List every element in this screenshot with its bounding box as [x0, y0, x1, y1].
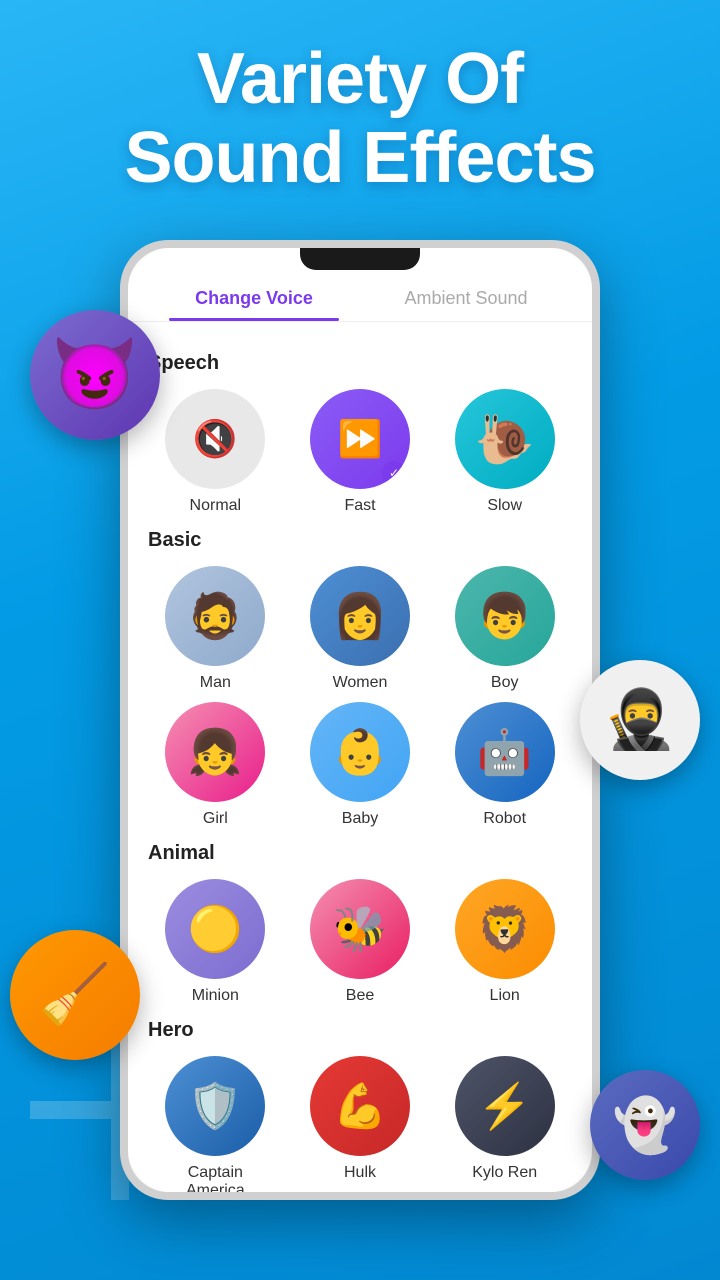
- section-speech-label: Speech: [148, 352, 572, 375]
- boy-circle: 👦: [455, 566, 555, 666]
- voice-label-fast: Fast: [344, 497, 375, 515]
- voice-circle-fast: ⏩ ✓: [310, 389, 410, 489]
- baby-icon: 👶: [333, 726, 388, 778]
- float-devil-icon: 😈: [30, 310, 160, 440]
- float-eraser-icon: 🧹: [10, 930, 140, 1060]
- float-ninja-icon: 🥷: [580, 660, 700, 780]
- women-label: Women: [333, 674, 388, 692]
- voice-item-women[interactable]: 👩 Women: [293, 566, 428, 692]
- hero-title: Variety Of Sound Effects: [0, 0, 720, 218]
- captain-label: CaptainAmerica: [186, 1164, 245, 1192]
- girl-label: Girl: [203, 810, 228, 828]
- hulk-icon: 💪: [333, 1080, 388, 1132]
- title-line2: Sound Effects: [40, 119, 680, 198]
- animal-grid: 🟡 Minion 🐝 Bee 🦁 Lion: [148, 879, 572, 1005]
- boy-icon: 👦: [477, 590, 532, 642]
- voice-label-normal: Normal: [190, 497, 242, 515]
- phone-notch: [300, 248, 420, 270]
- man-label: Man: [200, 674, 231, 692]
- voice-item-man[interactable]: 🧔 Man: [148, 566, 283, 692]
- girl-circle: 👧: [165, 702, 265, 802]
- snail-icon: 🐌: [475, 411, 535, 468]
- voice-item-kylo[interactable]: ⚡ Kylo Ren: [437, 1056, 572, 1192]
- voice-circle-normal: 🔇: [165, 389, 265, 489]
- voice-content: Speech 🔇 Normal ⏩ ✓: [128, 322, 592, 1192]
- voice-item-baby[interactable]: 👶 Baby: [293, 702, 428, 828]
- voice-item-hulk[interactable]: 💪 Hulk: [293, 1056, 428, 1192]
- fast-icon: ⏩: [338, 418, 383, 460]
- women-icon: 👩: [333, 590, 388, 642]
- section-hero-label: Hero: [148, 1019, 572, 1042]
- title-line1: Variety Of: [40, 40, 680, 119]
- speech-grid: 🔇 Normal ⏩ ✓ Fast: [148, 389, 572, 515]
- bee-circle: 🐝: [310, 879, 410, 979]
- tab-change-voice[interactable]: Change Voice: [148, 278, 360, 321]
- bee-icon: 🐝: [333, 903, 388, 955]
- girl-icon: 👧: [188, 726, 243, 778]
- phone-screen[interactable]: Change Voice Ambient Sound Speech 🔇 Norm…: [128, 248, 592, 1192]
- robot-icon: 🤖: [477, 726, 532, 778]
- float-ghost-icon: 👻: [590, 1070, 700, 1180]
- voice-item-normal[interactable]: 🔇 Normal: [148, 389, 283, 515]
- speaker-icon: 🔇: [193, 418, 238, 460]
- boy-label: Boy: [491, 674, 519, 692]
- bee-label: Bee: [346, 987, 374, 1005]
- hero-grid: 🛡️ CaptainAmerica 💪 Hulk ⚡: [148, 1056, 572, 1192]
- kylo-icon: ⚡: [477, 1080, 532, 1132]
- minion-label: Minion: [192, 987, 239, 1005]
- hulk-label: Hulk: [344, 1164, 376, 1182]
- voice-item-captain[interactable]: 🛡️ CaptainAmerica: [148, 1056, 283, 1192]
- kylo-label: Kylo Ren: [472, 1164, 537, 1182]
- basic-row1: 🧔 Man 👩 Women 👦 Boy: [148, 566, 572, 692]
- robot-circle: 🤖: [455, 702, 555, 802]
- lion-circle: 🦁: [455, 879, 555, 979]
- baby-label: Baby: [342, 810, 378, 828]
- voice-item-robot[interactable]: 🤖 Robot: [437, 702, 572, 828]
- voice-item-lion[interactable]: 🦁 Lion: [437, 879, 572, 1005]
- voice-item-girl[interactable]: 👧 Girl: [148, 702, 283, 828]
- voice-item-boy[interactable]: 👦 Boy: [437, 566, 572, 692]
- section-basic-label: Basic: [148, 529, 572, 552]
- robot-label: Robot: [483, 810, 526, 828]
- minion-icon: 🟡: [188, 903, 243, 955]
- check-badge: ✓: [382, 461, 406, 485]
- man-circle: 🧔: [165, 566, 265, 666]
- voice-item-slow[interactable]: 🐌 Slow: [437, 389, 572, 515]
- voice-circle-slow: 🐌: [455, 389, 555, 489]
- lion-icon: 🦁: [477, 903, 532, 955]
- voice-item-bee[interactable]: 🐝 Bee: [293, 879, 428, 1005]
- captain-circle: 🛡️: [165, 1056, 265, 1156]
- section-animal-label: Animal: [148, 842, 572, 865]
- phone-mockup: Change Voice Ambient Sound Speech 🔇 Norm…: [120, 240, 600, 1200]
- basic-row2: 👧 Girl 👶 Baby 🤖 Robot: [148, 702, 572, 828]
- kylo-circle: ⚡: [455, 1056, 555, 1156]
- voice-item-minion[interactable]: 🟡 Minion: [148, 879, 283, 1005]
- captain-icon: 🛡️: [188, 1080, 243, 1132]
- hulk-circle: 💪: [310, 1056, 410, 1156]
- women-circle: 👩: [310, 566, 410, 666]
- lion-label: Lion: [490, 987, 520, 1005]
- voice-label-slow: Slow: [487, 497, 522, 515]
- minion-circle: 🟡: [165, 879, 265, 979]
- voice-item-fast[interactable]: ⏩ ✓ Fast: [293, 389, 428, 515]
- man-icon: 🧔: [188, 590, 243, 642]
- baby-circle: 👶: [310, 702, 410, 802]
- tab-ambient-sound[interactable]: Ambient Sound: [360, 278, 572, 321]
